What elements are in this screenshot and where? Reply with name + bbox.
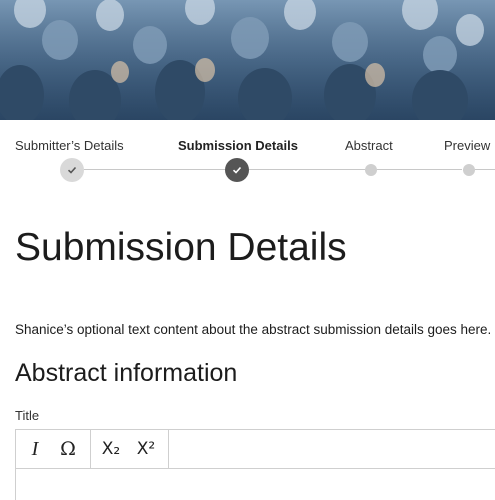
italic-button[interactable]: I: [16, 430, 54, 468]
title-field-label: Title: [15, 408, 40, 423]
step-dot-submission-details[interactable]: [225, 158, 249, 182]
subscript-button[interactable]: X₂: [91, 430, 131, 468]
checkmark-icon: [67, 166, 77, 174]
editor-toolbar: I Ω X₂ X²: [16, 430, 495, 469]
superscript-button[interactable]: X²: [131, 430, 161, 468]
step-label-preview[interactable]: Preview: [444, 138, 490, 153]
intro-text: Shanice’s optional text content about th…: [15, 322, 492, 337]
toolbar-group-format: I Ω: [16, 430, 91, 468]
step-label-abstract[interactable]: Abstract: [345, 138, 393, 153]
step-connector: [84, 169, 229, 170]
step-connector: [249, 169, 365, 170]
step-dot-submitters-details[interactable]: [60, 158, 84, 182]
progress-stepper: Submitter’s Details Submission Details A…: [0, 120, 495, 190]
section-title-abstract-information: Abstract information: [15, 359, 238, 387]
toolbar-group-script: X₂ X²: [91, 430, 169, 468]
hero-banner-image: [0, 0, 495, 120]
step-label-submitters-details[interactable]: Submitter’s Details: [15, 138, 124, 153]
step-dot-abstract[interactable]: [365, 164, 377, 176]
step-connector: [377, 169, 462, 170]
step-connector: [475, 169, 495, 170]
special-character-button[interactable]: Ω: [54, 430, 82, 468]
audience-crowd-image: [0, 0, 495, 120]
step-label-submission-details[interactable]: Submission Details: [178, 138, 298, 153]
step-dot-preview[interactable]: [463, 164, 475, 176]
checkmark-icon: [232, 166, 242, 174]
page-title: Submission Details: [15, 226, 347, 269]
title-rich-text-editor[interactable]: I Ω X₂ X²: [15, 429, 495, 500]
